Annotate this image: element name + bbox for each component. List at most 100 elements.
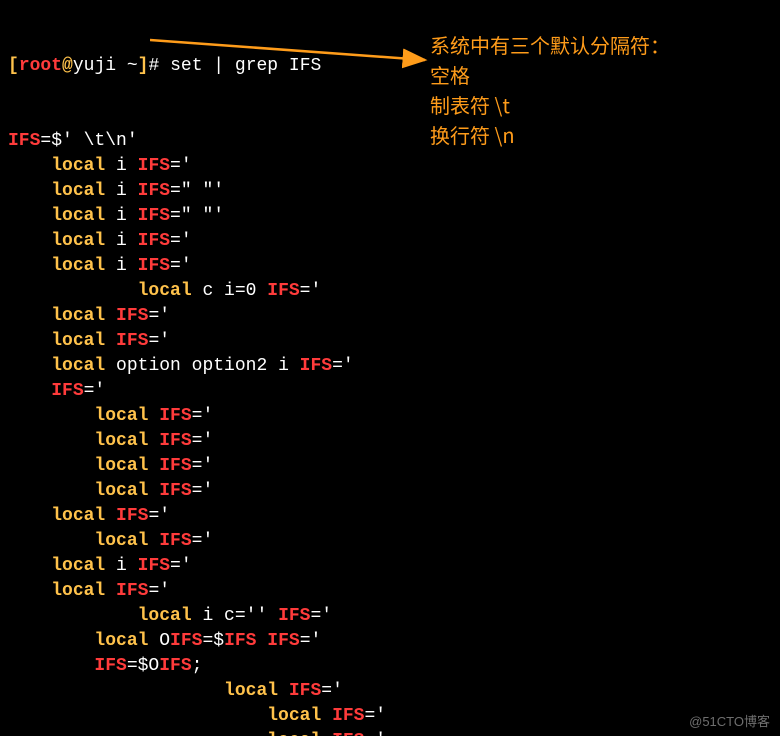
keyword-token: local [51, 356, 105, 376]
ifs-token: IFS [159, 456, 191, 476]
ifs-token: IFS [94, 656, 126, 676]
text-token [148, 531, 159, 551]
text-token: =' [148, 581, 170, 601]
ifs-token: IFS [138, 156, 170, 176]
output-line: local IFS=' [8, 529, 772, 554]
output-line: local IFS=' [8, 454, 772, 479]
keyword-token: local [94, 531, 148, 551]
output-line: local i IFS=' [8, 154, 772, 179]
text-token: =' [84, 381, 106, 401]
text-token: =" "' [170, 206, 224, 226]
annotation-line: 空格 [430, 60, 670, 90]
text-token: =' [192, 481, 214, 501]
ifs-token: IFS [116, 506, 148, 526]
text-token: =' [192, 431, 214, 451]
text-token [321, 706, 332, 726]
keyword-token: local [51, 331, 105, 351]
text-token [148, 431, 159, 451]
keyword-token: local [94, 456, 148, 476]
ifs-token: IFS [332, 706, 364, 726]
keyword-token: local [267, 731, 321, 736]
keyword-token: local [51, 306, 105, 326]
text-token: =' [170, 156, 192, 176]
keyword-token: local [51, 156, 105, 176]
output-line: local i IFS=' [8, 254, 772, 279]
keyword-token: local [267, 706, 321, 726]
text-token [105, 306, 116, 326]
text-token [105, 331, 116, 351]
text-token: =$' \t\n' [40, 131, 137, 151]
output-line: local IFS=' [8, 304, 772, 329]
text-token [148, 456, 159, 476]
prompt-at: @ [62, 56, 73, 76]
prompt-path: ~ [116, 56, 138, 76]
keyword-token: local [51, 181, 105, 201]
keyword-token: local [224, 681, 278, 701]
prompt-open: [ [8, 56, 19, 76]
output-line: local OIFS=$IFS IFS=' [8, 629, 772, 654]
text-token: O [148, 631, 170, 651]
ifs-token: IFS [138, 231, 170, 251]
ifs-token: IFS [138, 206, 170, 226]
text-token: =" "' [170, 181, 224, 201]
ifs-token: IFS [267, 631, 299, 651]
output-line: IFS=' [8, 379, 772, 404]
text-token: =' [332, 356, 354, 376]
output-line: local IFS=' [8, 429, 772, 454]
keyword-token: local [94, 481, 148, 501]
keyword-token: local [138, 606, 192, 626]
ifs-token: IFS [116, 581, 148, 601]
keyword-token: local [138, 281, 192, 301]
text-token: c i=0 [192, 281, 268, 301]
text-token [256, 631, 267, 651]
text-token: =' [170, 556, 192, 576]
text-token: i [105, 181, 137, 201]
text-token: option option2 i [105, 356, 299, 376]
ifs-token: IFS [116, 306, 148, 326]
keyword-token: local [51, 231, 105, 251]
ifs-token: IFS [159, 531, 191, 551]
text-token [278, 681, 289, 701]
annotation-line: 换行符 \n [430, 120, 670, 150]
annotation-line: 系统中有三个默认分隔符： [430, 30, 670, 60]
text-token: =' [364, 731, 386, 736]
text-token: =$O [127, 656, 159, 676]
text-token: =' [310, 606, 332, 626]
output-line: local IFS=' [8, 704, 772, 729]
prompt-host: yuji [73, 56, 116, 76]
text-token: i [105, 231, 137, 251]
ifs-token: IFS [138, 181, 170, 201]
text-token: i [105, 156, 137, 176]
output-line: local IFS=' [8, 479, 772, 504]
prompt-hash: # [148, 56, 170, 76]
keyword-token: local [94, 406, 148, 426]
prompt-close: ] [138, 56, 149, 76]
output-line: local IFS=' [8, 404, 772, 429]
text-token: =' [300, 281, 322, 301]
text-token: ; [192, 656, 203, 676]
text-token: =$ [202, 631, 224, 651]
text-token: =' [321, 681, 343, 701]
ifs-token: IFS [289, 681, 321, 701]
ifs-token: IFS [278, 606, 310, 626]
text-token: =' [170, 231, 192, 251]
ifs-token: IFS [159, 656, 191, 676]
text-token [105, 581, 116, 601]
output-line: local i IFS=' [8, 554, 772, 579]
text-token: =' [148, 506, 170, 526]
text-token: =' [364, 706, 386, 726]
command-text: set | grep IFS [170, 56, 321, 76]
output-line: IFS=$OIFS; [8, 654, 772, 679]
ifs-token: IFS [332, 731, 364, 736]
text-token: =' [192, 406, 214, 426]
ifs-token: IFS [159, 431, 191, 451]
ifs-token: IFS [224, 631, 256, 651]
text-token: =' [148, 306, 170, 326]
output-line: local i c='' IFS=' [8, 604, 772, 629]
output-line: local i IFS=" "' [8, 204, 772, 229]
output-line: local i IFS=" "' [8, 179, 772, 204]
ifs-token: IFS [267, 281, 299, 301]
text-token [105, 506, 116, 526]
keyword-token: local [51, 256, 105, 276]
text-token [148, 406, 159, 426]
